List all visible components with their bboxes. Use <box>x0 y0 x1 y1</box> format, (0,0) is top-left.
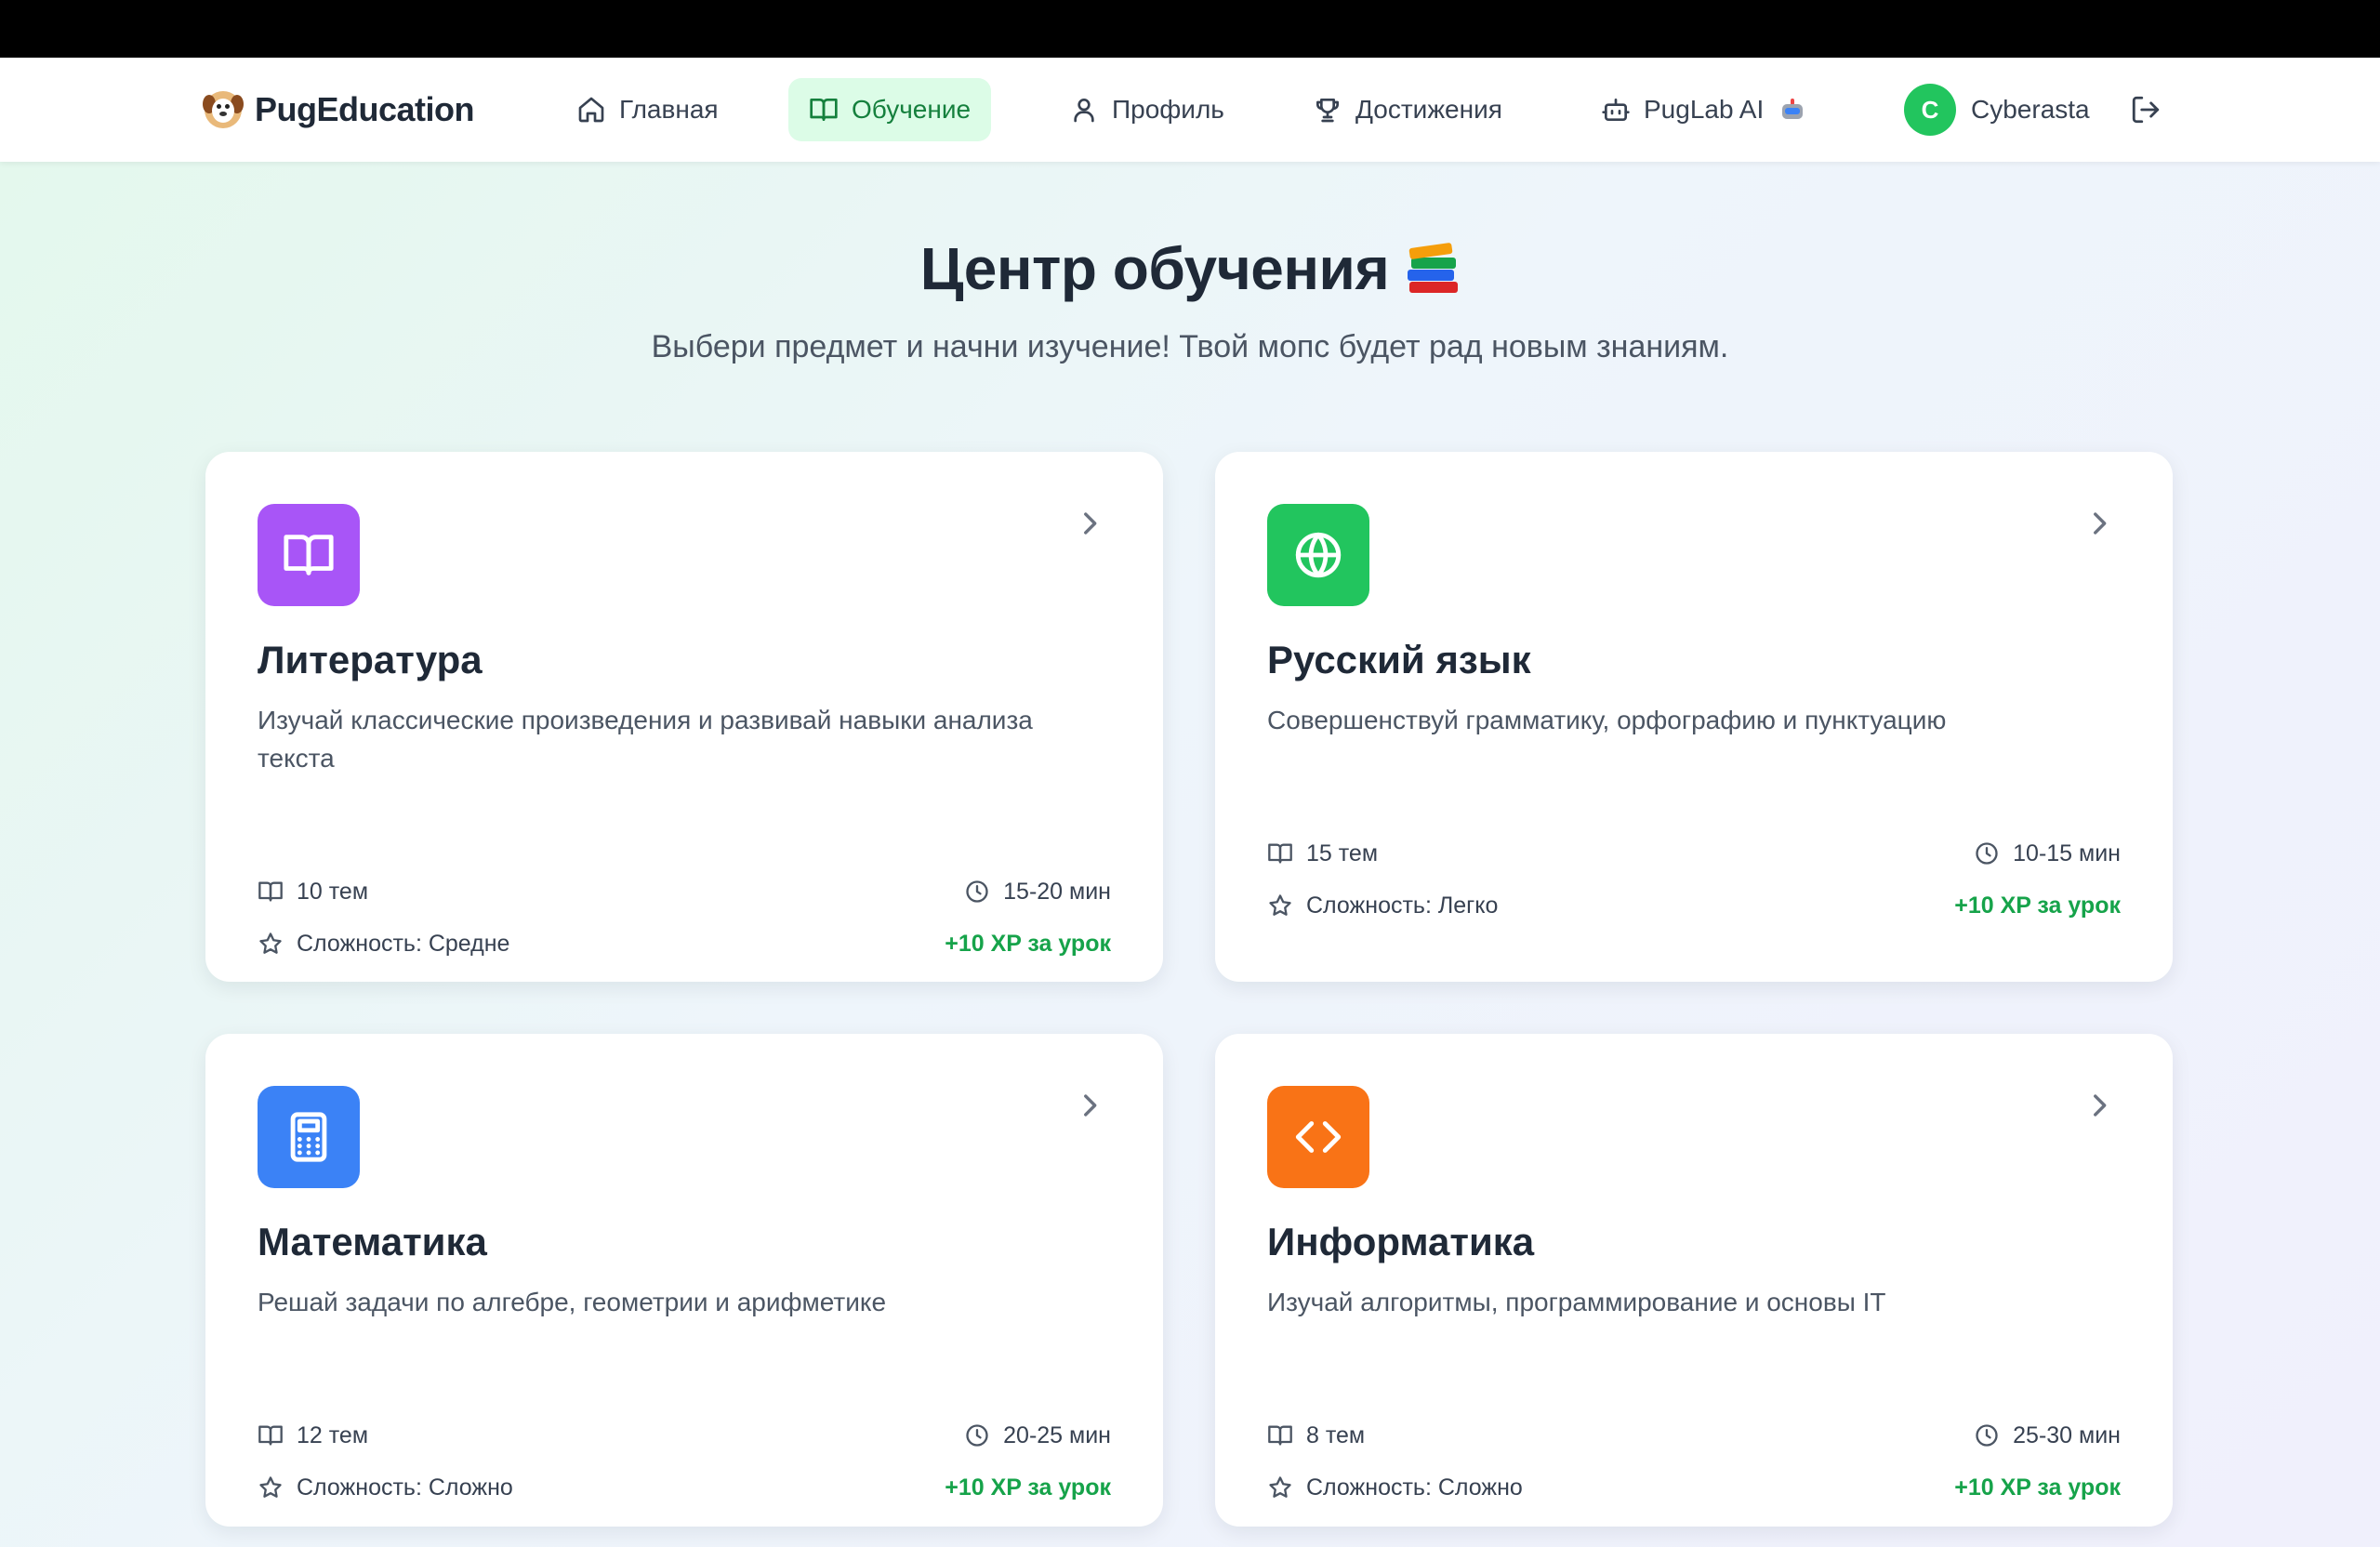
subject-description: Изучай алгоритмы, программирование и осн… <box>1267 1288 1886 1316</box>
subject-meta-row: Сложность: Средне +10 XP за урок <box>258 927 1111 960</box>
subject-xp: +10 XP за урок <box>945 930 1111 957</box>
user-icon <box>1074 99 1094 123</box>
clock-icon <box>966 880 988 903</box>
brand-name: PugEducation <box>255 90 475 128</box>
subject-topics: 12 тем <box>297 1421 369 1448</box>
nav-profile[interactable]: Профиль <box>1049 78 1245 141</box>
chevron-right-icon <box>2083 1090 2115 1121</box>
avatar: C <box>1904 84 1956 136</box>
subject-duration: 15-20 мин <box>1003 878 1111 905</box>
nav-puglab-ai[interactable]: PugLab AI <box>1580 78 1825 141</box>
page-subtitle: Выбери предмет и начни изучение! Твой мо… <box>651 329 1729 364</box>
brand[interactable]: PugEducation <box>203 58 475 162</box>
chevron-right-icon <box>1074 1090 1105 1121</box>
logout-button[interactable] <box>2127 91 2164 128</box>
subject-card-literature[interactable]: Литература Изучай классические произведе… <box>205 452 1163 982</box>
nav-home[interactable]: Главная <box>556 78 739 141</box>
subject-duration: 10-15 мин <box>2013 840 2121 866</box>
nav-achievements-label: Достижения <box>1355 95 1502 124</box>
star-icon <box>259 932 282 954</box>
subject-icon-tile <box>258 1086 360 1188</box>
star-icon <box>1269 1476 1291 1498</box>
star-icon <box>1269 894 1291 916</box>
book-open-icon <box>258 1425 283 1446</box>
globe-icon <box>1295 532 1342 578</box>
nav-home-label: Главная <box>619 95 719 124</box>
subject-title: Русский язык <box>1267 638 1531 681</box>
book-open-icon <box>1268 843 1292 864</box>
subject-meta-row: Сложность: Легко +10 XP за урок <box>1267 889 2121 922</box>
subject-xp: +10 XP за урок <box>1954 1474 2121 1501</box>
bot-icon <box>1602 99 1630 121</box>
book-open-icon <box>258 881 283 902</box>
subject-difficulty: Сложность: Сложно <box>1306 1474 1523 1501</box>
book-open-icon <box>284 535 334 575</box>
page: PugEducation Главная Обучение Профиль До… <box>0 58 2380 1547</box>
subject-difficulty: Сложность: Средне <box>297 930 510 957</box>
subject-xp: +10 XP за урок <box>1954 892 2121 919</box>
subject-title: Математика <box>258 1220 487 1263</box>
subject-meta-row: 8 тем 25-30 мин <box>1267 1419 2121 1452</box>
screen-top-bar <box>0 0 2380 58</box>
nav-achievements[interactable]: Достижения <box>1292 78 1523 141</box>
nav-profile-label: Профиль <box>1112 95 1224 124</box>
subject-difficulty: Сложность: Сложно <box>297 1474 513 1501</box>
user-menu[interactable]: C Cyberasta <box>1904 58 2090 162</box>
subject-duration: 20-25 мин <box>1003 1421 1111 1448</box>
nav-puglab-ai-label: PugLab AI <box>1644 95 1765 124</box>
user-name: Cyberasta <box>1971 95 2090 124</box>
subject-difficulty: Сложность: Легко <box>1306 892 1499 919</box>
subject-xp: +10 XP за урок <box>945 1474 1111 1501</box>
subject-meta-row: 10 тем 15-20 мин <box>258 875 1111 908</box>
chevron-right-icon <box>2083 508 2115 539</box>
trophy-icon <box>1316 99 1339 123</box>
clock-icon <box>966 1424 988 1447</box>
subject-description: Решай задачи по алгебре, геометрии и ари… <box>258 1288 887 1316</box>
subject-meta-row: 12 тем 20-25 мин <box>258 1419 1111 1452</box>
subject-card-math[interactable]: Математика Решай задачи по алгебре, геом… <box>205 1034 1163 1527</box>
subject-icon-tile <box>1267 1086 1369 1188</box>
subject-meta-row: 15 тем 10-15 мин <box>1267 837 2121 870</box>
books-icon <box>1406 242 1460 295</box>
subject-title: Информатика <box>1267 1220 1535 1263</box>
robot-emoji-icon <box>1780 99 1805 121</box>
clock-icon <box>1976 842 1998 865</box>
calculator-icon <box>290 1112 327 1162</box>
home-icon <box>578 97 604 123</box>
subject-card-informatics[interactable]: Информатика Изучай алгоритмы, программир… <box>1215 1034 2173 1527</box>
subject-icon-tile <box>1267 504 1369 606</box>
subject-description: Изучай классические произведения и разви… <box>258 706 1033 773</box>
subject-meta-row: Сложность: Сложно +10 XP за урок <box>258 1471 1111 1504</box>
star-icon <box>259 1476 282 1498</box>
subject-topics: 8 тем <box>1306 1421 1366 1448</box>
code-icon <box>1295 1121 1342 1153</box>
clock-icon <box>1976 1424 1998 1447</box>
subject-card-russian[interactable]: Русский язык Совершенствуй грамматику, о… <box>1215 452 2173 982</box>
subject-description: Совершенствуй грамматику, орфографию и п… <box>1267 706 1947 734</box>
book-open-icon <box>810 99 838 121</box>
subject-meta-row: Сложность: Сложно +10 XP за урок <box>1267 1471 2121 1504</box>
subject-title: Литература <box>258 638 483 681</box>
subject-topics: 15 тем <box>1306 840 1379 866</box>
pug-logo-icon <box>203 91 244 128</box>
subject-duration: 25-30 мин <box>2013 1421 2121 1448</box>
subject-topics: 10 тем <box>297 878 369 905</box>
page-title-text: Центр обучения <box>919 235 1390 302</box>
chevron-right-icon <box>1074 508 1105 539</box>
page-title: Центр обучения <box>0 234 2380 303</box>
book-open-icon <box>1268 1425 1292 1446</box>
nav-learning[interactable]: Обучение <box>788 78 992 141</box>
subject-icon-tile <box>258 504 360 606</box>
logout-icon <box>2132 96 2160 124</box>
navbar: PugEducation Главная Обучение Профиль До… <box>0 58 2380 162</box>
nav-learning-label: Обучение <box>852 95 972 124</box>
